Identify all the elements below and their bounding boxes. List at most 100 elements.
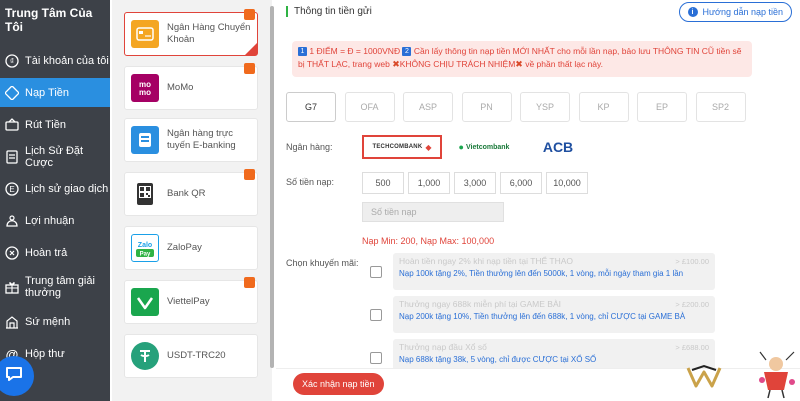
method-ebanking[interactable]: Ngân hàng trực tuyến E-banking bbox=[124, 118, 258, 162]
promo-checkbox[interactable] bbox=[370, 309, 382, 321]
tab-pn[interactable]: PN bbox=[461, 92, 512, 122]
mascot-icon bbox=[754, 350, 800, 400]
vietcombank-mark-icon: ● bbox=[458, 142, 464, 152]
bank-option-techcombank[interactable]: TECHCOMBANK ◆ bbox=[362, 135, 442, 159]
promo-option[interactable]: Thưởng ngay 688k miễn phí tại GAME BÀI N… bbox=[393, 296, 715, 333]
amount-preset[interactable]: 3,000 bbox=[454, 172, 496, 194]
sidebar-item-account[interactable]: ₫ Tài khoản của tôi bbox=[0, 46, 110, 75]
promo-desc: Nạp 200k tặng 10%, Tiền thưởng lên đến 6… bbox=[399, 312, 686, 321]
guide-label: Hướng dẫn nạp tiền bbox=[702, 7, 783, 17]
bank-card-icon bbox=[131, 20, 159, 48]
deposit-limits: Nạp Min: 200, Nạp Max: 100,000 bbox=[362, 236, 495, 246]
tab-sp2[interactable]: SP2 bbox=[695, 92, 746, 122]
method-usdt[interactable]: USDT-TRC20 bbox=[124, 334, 258, 378]
sidebar-item-bet-history[interactable]: Lịch Sử Đặt Cược bbox=[0, 142, 110, 171]
page-title: Thông tin tiền gửi bbox=[286, 6, 372, 17]
method-label: ZaloPay bbox=[167, 242, 202, 253]
tab-asp[interactable]: ASP bbox=[403, 92, 453, 122]
svg-text:₫: ₫ bbox=[10, 57, 14, 66]
sidebar-item-mission[interactable]: Sứ mệnh bbox=[0, 307, 110, 336]
brand-logo-icon bbox=[684, 362, 724, 392]
amount-preset[interactable]: 10,000 bbox=[546, 172, 588, 194]
promo-desc: Nạp 688k tặng 38k, 5 vòng, chỉ được CƯỢC… bbox=[399, 355, 597, 364]
svg-text:mo: mo bbox=[139, 88, 151, 97]
sidebar-item-label: Lịch sử giao dịch bbox=[25, 182, 109, 195]
method-label: Bank QR bbox=[167, 188, 206, 199]
promo-amount: > £688.00 bbox=[675, 343, 709, 352]
sidebar-item-label: Trung tâm giải thưởng bbox=[25, 275, 95, 299]
sidebar-item-rebate[interactable]: Hoàn trả bbox=[0, 238, 110, 267]
withdraw-icon bbox=[5, 117, 19, 132]
info-icon: i bbox=[687, 7, 698, 17]
amount-preset[interactable]: 6,000 bbox=[500, 172, 542, 194]
promo-option[interactable]: Hoàn tiền ngay 2% khi nạp tiền tại THỂ T… bbox=[393, 253, 715, 290]
sidebar-item-profit[interactable]: Lợi nhuận bbox=[0, 206, 110, 235]
deposit-guide-button[interactable]: i Hướng dẫn nạp tiền bbox=[678, 2, 792, 22]
profit-icon bbox=[5, 214, 19, 228]
cross-icon: ✖ bbox=[392, 59, 400, 69]
sidebar-item-label: Hoàn trả bbox=[25, 246, 68, 259]
sidebar-title: Trung Tâm Của Tôi bbox=[5, 6, 93, 34]
amount-presets: 500 1,000 3,000 6,000 10,000 bbox=[362, 172, 592, 194]
confirm-deposit-button[interactable]: Xác nhận nạp tiền bbox=[293, 373, 384, 395]
payment-method-list: Ngân Hàng Chuyển Khoản mo mo MoMo Ngân hà… bbox=[112, 0, 272, 401]
tab-ysp[interactable]: YSP bbox=[520, 92, 570, 122]
sidebar-nav: Trung Tâm Của Tôi ₫ Tài khoản của tôi Nạ… bbox=[0, 0, 110, 401]
tab-ep[interactable]: EP bbox=[637, 92, 687, 122]
ebanking-icon bbox=[131, 126, 159, 154]
live-chat-button[interactable] bbox=[0, 356, 34, 396]
promo-label: Chọn khuyến mãi: bbox=[286, 258, 359, 268]
bet-history-icon bbox=[5, 149, 19, 164]
svg-text:Zalo: Zalo bbox=[138, 242, 152, 249]
bank-option-acb[interactable]: ACB bbox=[538, 135, 578, 159]
page-title-text: Thông tin tiền gửi bbox=[294, 6, 372, 17]
notice-text-3: KHÔNG CHỊU TRÁCH NHIỆM bbox=[399, 59, 516, 69]
method-zalopay[interactable]: Zalo Pay ZaloPay bbox=[124, 226, 258, 270]
sidebar-item-label: Nạp Tiền bbox=[25, 86, 70, 99]
cross-icon: ✖ bbox=[515, 59, 523, 69]
method-list-scrollbar[interactable] bbox=[270, 6, 274, 368]
method-label: Ngân hàng trực tuyến E-banking bbox=[167, 128, 236, 151]
amount-preset[interactable]: 1,000 bbox=[408, 172, 450, 194]
deposit-panel: Thông tin tiền gửi i Hướng dẫn nạp tiền … bbox=[276, 0, 800, 401]
account-icon: ₫ bbox=[5, 53, 19, 68]
sidebar-item-deposit[interactable]: Nạp Tiền bbox=[0, 78, 110, 107]
promo-title: Thưởng ngay 688k miễn phí tại GAME BÀI bbox=[399, 299, 561, 309]
notice-text-4: về phần thất lạc này. bbox=[525, 59, 604, 69]
promo-amount: > £100.00 bbox=[675, 257, 709, 266]
sidebar-item-label: Lợi nhuận bbox=[25, 214, 75, 227]
momo-logo-icon: mo mo bbox=[131, 74, 159, 102]
promo-checkbox[interactable] bbox=[370, 352, 382, 364]
tab-kp[interactable]: KP bbox=[578, 92, 629, 122]
sidebar-item-reward-center[interactable]: Trung tâm giải thưởng bbox=[0, 270, 110, 304]
acb-logo: ACB bbox=[542, 139, 574, 155]
hot-badge-icon bbox=[244, 169, 255, 180]
method-label: Ngân Hàng Chuyển Khoản bbox=[167, 22, 251, 45]
method-bank-qr[interactable]: Bank QR bbox=[124, 169, 258, 216]
notice-text-1: 1 ĐIỂM = Đ = 1000VNĐ bbox=[309, 46, 401, 56]
sidebar-item-transaction-history[interactable]: E Lịch sử giao dịch bbox=[0, 174, 110, 203]
method-viettelpay[interactable]: ViettelPay bbox=[124, 277, 258, 324]
amount-input[interactable]: Số tiền nạp bbox=[362, 202, 504, 222]
tab-g7[interactable]: G7 bbox=[286, 92, 336, 122]
promo-checkbox[interactable] bbox=[370, 266, 382, 278]
zalopay-logo-icon: Zalo Pay bbox=[131, 234, 159, 262]
sidebar-item-label: Tài khoản của tôi bbox=[25, 54, 109, 67]
bank-option-vietcombank[interactable]: ● Vietcombank bbox=[454, 135, 514, 159]
tab-ofa[interactable]: OFA bbox=[344, 92, 395, 122]
channel-tabs: G7 OFA ASP PN YSP KP EP SP2 bbox=[286, 92, 754, 122]
chat-bubble-icon bbox=[4, 364, 24, 389]
tether-logo-icon bbox=[131, 342, 159, 370]
method-momo[interactable]: mo mo MoMo bbox=[124, 63, 258, 110]
promo-amount: > £200.00 bbox=[675, 300, 709, 309]
sidebar-item-label: Sứ mệnh bbox=[25, 315, 71, 328]
amount-preset[interactable]: 500 bbox=[362, 172, 404, 194]
sidebar-item-label: Lịch Sử Đặt Cược bbox=[25, 144, 84, 169]
vietcombank-logo: Vietcombank bbox=[465, 143, 510, 151]
promo-title: Thưởng nạp đầu Xổ số bbox=[399, 342, 487, 352]
method-bank-transfer[interactable]: Ngân Hàng Chuyển Khoản bbox=[124, 9, 258, 56]
sidebar-item-withdraw[interactable]: Rút Tiền bbox=[0, 110, 110, 139]
techcombank-mark-icon: ◆ bbox=[425, 142, 432, 152]
techcombank-logo: TECHCOMBANK bbox=[372, 144, 423, 150]
deposit-icon bbox=[5, 85, 19, 100]
